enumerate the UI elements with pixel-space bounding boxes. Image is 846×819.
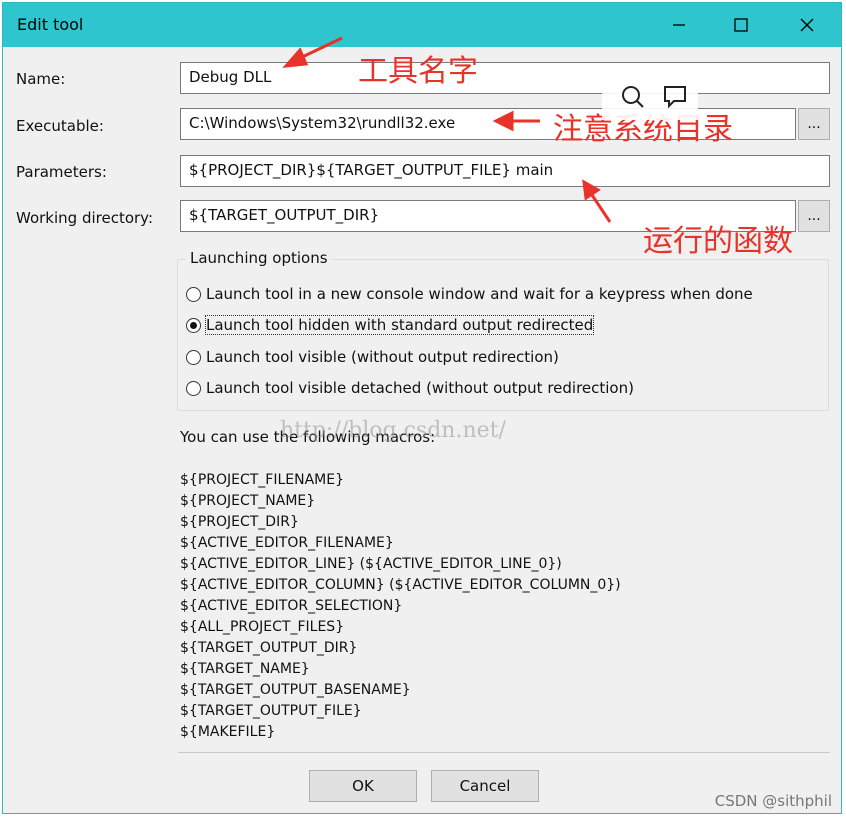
image-toolbar-overlay — [602, 70, 698, 120]
comment-icon[interactable] — [662, 84, 688, 114]
search-icon[interactable] — [620, 84, 646, 114]
arrow-function — [582, 179, 612, 223]
csdn-credit: CSDN @sithphil — [714, 792, 832, 810]
arrow-system-dir — [492, 110, 540, 132]
annotation-function: 运行的函数 — [643, 224, 793, 259]
arrow-tool-name — [282, 36, 343, 68]
watermark-text: http://blog.csdn.net/ — [280, 418, 506, 443]
annotation-tool-name: 工具名字 — [358, 54, 478, 89]
